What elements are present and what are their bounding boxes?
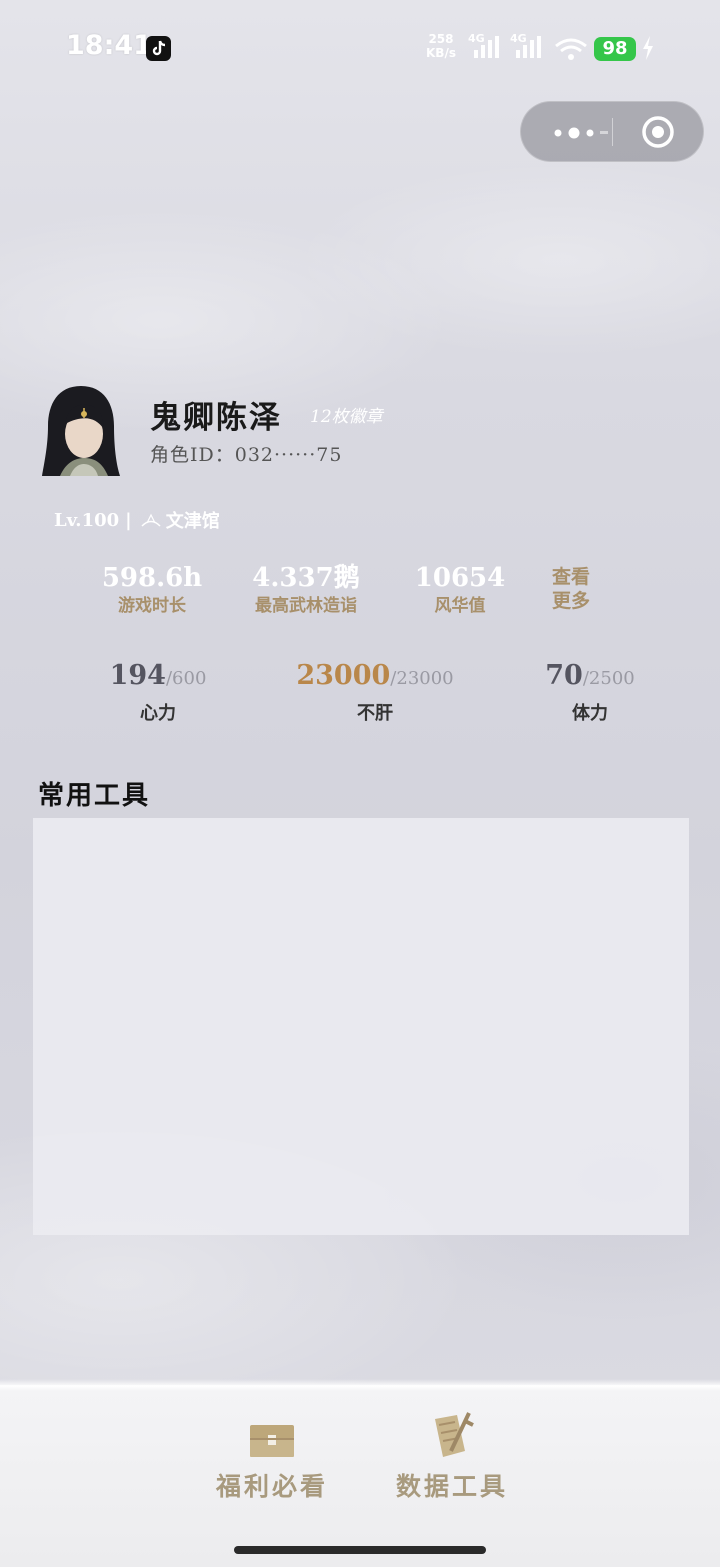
home-indicator[interactable] xyxy=(234,1546,486,1554)
resource-tili: 70/2500 体力 xyxy=(545,660,635,724)
stat-playtime: 598.6h 游戏时长 xyxy=(101,563,203,616)
resource-bugan: 23000/23000 不肝 xyxy=(296,660,454,724)
stat-fenghua: 10654 风华值 xyxy=(414,563,506,616)
avatar[interactable] xyxy=(40,384,122,479)
badge-count[interactable]: 12枚徽章 xyxy=(310,402,383,427)
level-school-row: Lv.100 | 文津馆 xyxy=(54,507,220,533)
nav-data-tools[interactable]: 数据工具 xyxy=(394,1411,510,1503)
status-time: 18:41 xyxy=(66,30,152,61)
character-name: 鬼卿陈泽 xyxy=(150,400,282,436)
bottom-nav: 福利必看 数据工具 xyxy=(0,1379,720,1567)
stat-best-skill: 4.337鹅 最高武林造诣 xyxy=(252,563,360,616)
charging-icon xyxy=(642,36,654,64)
capsule-divider xyxy=(612,118,613,146)
treasure-chest-icon xyxy=(214,1421,330,1463)
tools-panel xyxy=(33,818,689,1235)
mini-program-capsule xyxy=(520,101,704,162)
nav-welfare[interactable]: 福利必看 xyxy=(214,1421,330,1503)
tools-section-title: 常用工具 xyxy=(38,781,151,811)
more-dots-icon[interactable] xyxy=(548,123,608,143)
network-speed: 258 KB/s xyxy=(426,32,456,60)
status-bar: 18:41 258 KB/s 4G 4G 98 xyxy=(0,0,720,100)
signal-icon-2: 4G xyxy=(510,32,546,64)
wifi-icon xyxy=(553,36,589,66)
role-id: 角色ID：032······75 xyxy=(150,444,343,466)
tiktok-icon xyxy=(146,36,171,61)
school-emblem-icon xyxy=(140,511,162,529)
level-separator: | xyxy=(125,509,132,531)
see-more-button[interactable]: 查看更多 xyxy=(552,565,600,613)
resource-xinli: 194/600 心力 xyxy=(109,660,207,724)
signal-icon: 4G xyxy=(468,32,504,64)
close-target-icon[interactable] xyxy=(641,115,675,149)
school-name: 文津馆 xyxy=(165,511,220,532)
level-text: Lv.100 xyxy=(54,509,120,531)
bottom-nav-edge xyxy=(0,1379,720,1391)
battery-icon: 98 xyxy=(594,37,636,61)
scroll-sword-icon xyxy=(394,1411,510,1463)
